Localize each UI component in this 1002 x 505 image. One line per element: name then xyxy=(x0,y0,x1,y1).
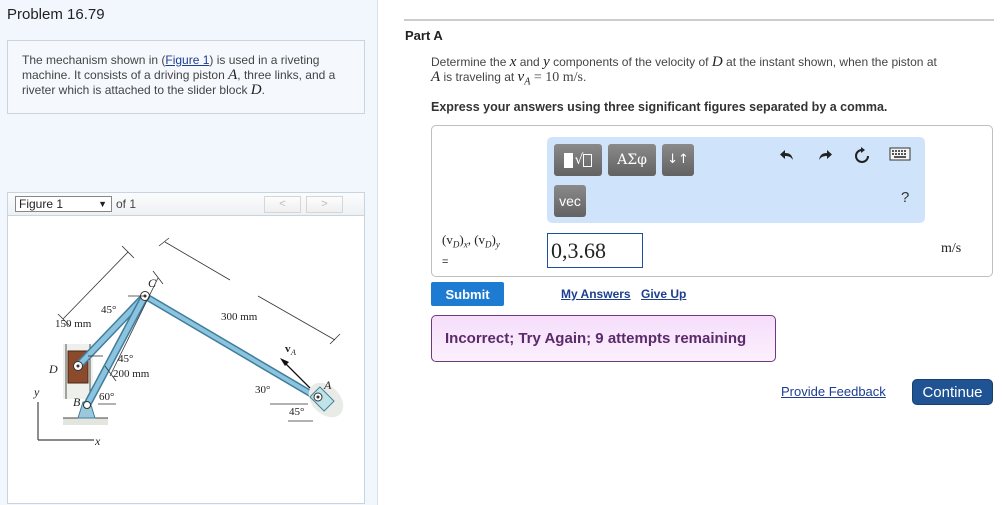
label-y: y xyxy=(33,385,40,399)
placeholder-box-icon xyxy=(583,153,593,167)
previous-figure-button[interactable]: < xyxy=(264,196,301,213)
chevron-left-icon: < xyxy=(279,198,286,210)
figure-viewer: C D B A y x v A 150 mm 200 mm 300 mm 45°… xyxy=(7,216,365,504)
label-angle-45-mid: 45° xyxy=(118,353,133,365)
help-button[interactable]: ? xyxy=(901,189,909,206)
figure-select-value: Figure 1 xyxy=(19,197,64,211)
label-angle-30: 30° xyxy=(255,384,270,396)
submit-button[interactable]: Submit xyxy=(431,282,504,306)
mechanism-figure: C D B A y x v A 150 mm 200 mm 300 mm 45°… xyxy=(33,237,344,448)
figure-count: of 1 xyxy=(116,197,137,211)
continue-button[interactable]: Continue xyxy=(912,379,993,405)
answer-area: √ ΑΣφ ↓↑ vec ? (vD)x, (vD)y = m/s xyxy=(431,125,993,277)
question-fragment: is traveling at xyxy=(440,70,518,84)
math-toolbar: √ ΑΣφ ↓↑ vec ? xyxy=(547,137,925,223)
answer-variable-label: (vD)x, (vD)y = xyxy=(442,232,500,268)
var-a: A xyxy=(431,69,441,85)
label-200mm: 200 mm xyxy=(113,368,150,380)
pin-b xyxy=(83,401,91,409)
part-title: Part A xyxy=(405,28,443,43)
label-300mm: 300 mm xyxy=(221,311,258,323)
redo-icon[interactable] xyxy=(815,147,835,167)
va-value: = 10 m/s xyxy=(530,70,583,85)
question-fragment: at the instant shown, when the piston at xyxy=(722,55,937,69)
label-angle-45-piston: 45° xyxy=(289,406,304,418)
dropdown-caret-icon: ▼ xyxy=(98,199,107,209)
intro-text: The mechanism shown in ( xyxy=(22,53,166,67)
feedback-message: Incorrect; Try Again; 9 attempts remaini… xyxy=(431,315,776,362)
units-label: m/s xyxy=(941,241,962,256)
chevron-right-icon: > xyxy=(321,198,328,210)
label-va-sub: A xyxy=(290,348,296,357)
label-sub: D xyxy=(452,239,460,250)
divider xyxy=(404,19,994,21)
label-fragment: (v xyxy=(442,232,453,247)
label-x: x xyxy=(94,434,101,448)
label-angle-45-top: 45° xyxy=(101,304,116,316)
figure-link[interactable]: Figure 1 xyxy=(165,53,209,67)
var-d: D xyxy=(250,82,262,98)
provide-feedback-link[interactable]: Provide Feedback xyxy=(781,384,886,399)
figure-select[interactable]: Figure 1 ▼ xyxy=(15,196,112,212)
var-d: D xyxy=(711,54,723,70)
greek-symbols-button[interactable]: ΑΣφ xyxy=(608,144,656,176)
label-c: C xyxy=(148,276,157,290)
question-fragment: Determine the xyxy=(431,55,510,69)
arrows-button[interactable]: ↓↑ xyxy=(662,144,694,176)
figure-navigation-bar: Figure 1 ▼ of 1 < > xyxy=(7,192,365,216)
label-fragment: , (v xyxy=(467,232,486,247)
problem-title: Problem 16.79 xyxy=(7,6,105,23)
question-fragment: components of the velocity of xyxy=(549,55,712,69)
undo-icon[interactable] xyxy=(777,147,797,167)
label-b: B xyxy=(73,395,81,409)
intro-text: . xyxy=(261,83,265,97)
label-a: A xyxy=(323,378,332,392)
label-sub: D xyxy=(485,239,492,250)
next-figure-button[interactable]: > xyxy=(306,196,343,213)
question-fragment: and xyxy=(516,55,544,69)
give-up-link[interactable]: Give Up xyxy=(641,287,686,301)
label-150mm: 150 mm xyxy=(55,318,92,330)
question-fragment: . xyxy=(582,70,587,84)
answer-input[interactable] xyxy=(547,233,643,268)
templates-button[interactable]: √ xyxy=(554,144,602,176)
label-angle-60: 60° xyxy=(99,391,114,403)
root-icon: √ xyxy=(574,152,584,168)
placeholder-square-icon xyxy=(563,152,573,168)
problem-intro: The mechanism shown in (Figure 1) is use… xyxy=(7,40,365,114)
var-y: y xyxy=(543,54,550,70)
problem-panel: Problem 16.79 The mechanism shown in (Fi… xyxy=(0,0,378,505)
my-answers-link[interactable]: My Answers xyxy=(561,287,631,301)
equals-sign: = xyxy=(442,255,449,268)
var-a: A xyxy=(228,67,238,83)
label-d: D xyxy=(48,362,58,376)
label-sub: y xyxy=(495,239,500,250)
reset-icon[interactable] xyxy=(852,147,872,167)
instruction-text: Express your answers using three signifi… xyxy=(431,100,888,114)
vector-button[interactable]: vec xyxy=(554,185,586,217)
question-text: Determine the x and y components of the … xyxy=(431,55,1001,89)
keyboard-icon[interactable] xyxy=(888,147,912,167)
